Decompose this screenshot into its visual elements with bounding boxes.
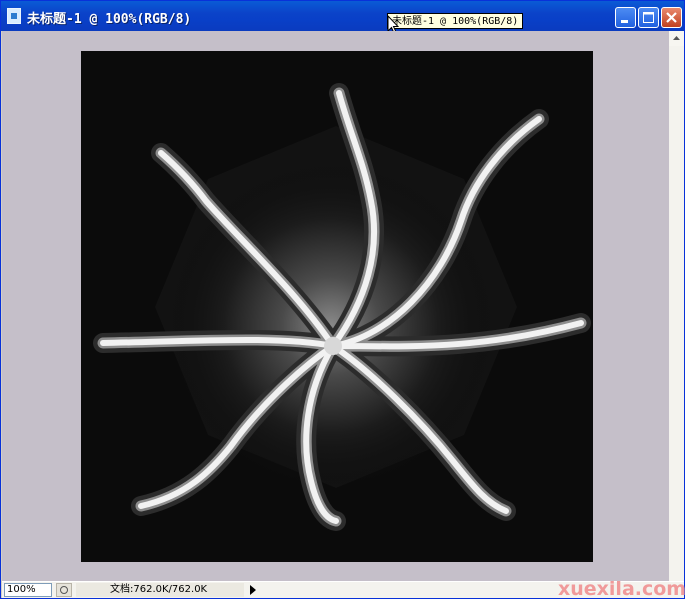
document-size-info: 文档:762.0K/762.0K <box>76 583 244 597</box>
watermark-text: xuexila.com <box>558 578 685 600</box>
title-tooltip: 未标题-1 @ 100%(RGB/8) <box>387 13 524 29</box>
swirl-center <box>324 337 342 355</box>
zoom-input[interactable]: 100% <box>4 583 52 597</box>
swirl-artwork <box>93 83 591 531</box>
scroll-up-icon <box>673 36 680 40</box>
minimize-icon <box>621 20 628 23</box>
vertical-scrollbar[interactable] <box>669 31 684 581</box>
scroll-up-button[interactable] <box>669 31 684 46</box>
document-icon[interactable] <box>7 8 21 24</box>
document-window: 未标题-1 @ 100%(RGB/8) 未标题-1 @ 100%(RGB/8) <box>0 0 685 599</box>
canvas-area[interactable] <box>2 31 669 581</box>
close-button[interactable] <box>661 7 682 28</box>
triangle-right-icon[interactable] <box>246 583 260 597</box>
window-title: 未标题-1 @ 100%(RGB/8) <box>27 12 192 27</box>
document-canvas[interactable] <box>81 51 593 562</box>
close-icon <box>666 12 677 23</box>
maximize-button[interactable] <box>638 7 659 28</box>
minimize-button[interactable] <box>615 7 636 28</box>
info-icon[interactable] <box>56 583 72 597</box>
maximize-icon <box>643 12 654 23</box>
title-bar[interactable]: 未标题-1 @ 100%(RGB/8) <box>1 1 684 31</box>
